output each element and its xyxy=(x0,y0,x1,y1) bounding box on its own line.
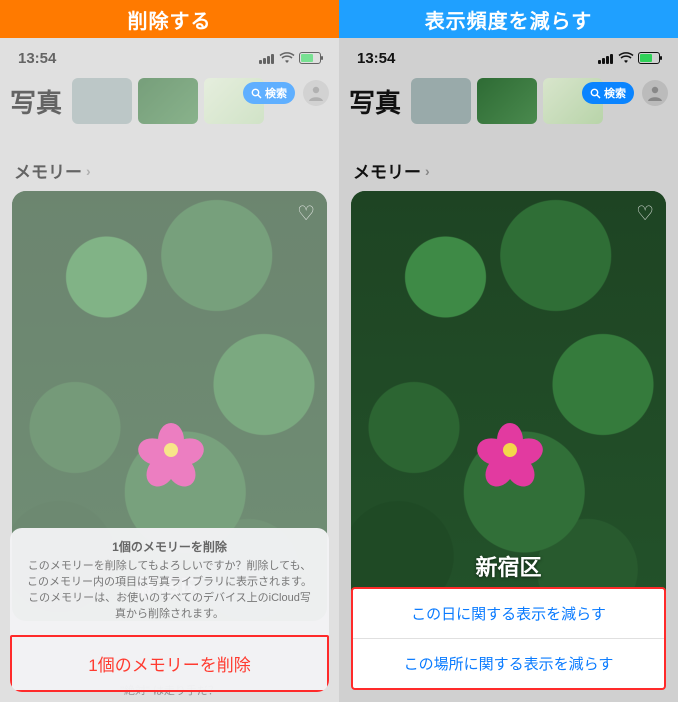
status-time: 13:54 xyxy=(18,50,56,67)
search-icon xyxy=(590,88,601,99)
sheet-title: 1個のメモリーを削除 xyxy=(10,528,329,559)
action-sheet: 1個のメモリーを削除 このメモリーを削除してもよろしいですか？削除しても、このメ… xyxy=(10,528,329,692)
search-label: 検索 xyxy=(265,85,287,101)
thumb-favorites[interactable]: お気に入り xyxy=(72,78,132,124)
memory-card[interactable]: ♡ 新宿区 2024年10月15日 xyxy=(351,191,666,621)
battery-indicator xyxy=(299,52,321,64)
column-delete: 削除する 13:54 写真 お気に入り 最近保存した項目 地図 xyxy=(0,0,339,702)
profile-avatar[interactable] xyxy=(642,80,668,106)
status-time: 13:54 xyxy=(357,50,395,67)
action-sheet-panel: 1個のメモリーを削除 このメモリーを削除してもよろしいですか？削除しても、このメ… xyxy=(10,528,329,692)
favorite-icon[interactable]: ♡ xyxy=(636,201,654,226)
app-title: 写真 xyxy=(10,83,62,120)
thumb-recent[interactable]: 最近保存した項目 xyxy=(477,78,537,124)
favorite-icon[interactable]: ♡ xyxy=(297,201,315,226)
section-label: メモリー xyxy=(353,158,421,183)
status-bar: 13:54 xyxy=(339,38,678,78)
cellular-icon xyxy=(598,53,614,64)
memory-place: 新宿区 xyxy=(351,550,666,582)
sheet-message: このメモリーを削除してもよろしいですか？削除しても、このメモリー内の項目は写真ラ… xyxy=(10,559,329,635)
delete-memory-button[interactable]: 1個のメモリーを削除 xyxy=(10,635,329,692)
column-reduce: 表示頻度を減らす 13:54 写真 お気に入り 最近保存した項目 地図 xyxy=(339,0,678,702)
banner-delete: 削除する xyxy=(0,0,339,38)
feature-less-place-button[interactable]: この場所に関する表示を減らす xyxy=(353,638,664,688)
thumb-recent[interactable]: 最近保存した項目 xyxy=(138,78,198,124)
section-memories[interactable]: メモリー › xyxy=(339,130,678,191)
app-title: 写真 xyxy=(349,83,401,120)
search-icon xyxy=(251,88,262,99)
status-right xyxy=(598,52,660,64)
header-row: 写真 お気に入り 最近保存した項目 地図 検索 xyxy=(0,78,339,130)
cellular-icon xyxy=(259,53,275,64)
search-button[interactable]: 検索 xyxy=(582,82,634,104)
status-right xyxy=(259,52,321,64)
profile-avatar[interactable] xyxy=(303,80,329,106)
wifi-icon xyxy=(279,52,295,64)
phone-screen-right: 13:54 写真 お気に入り 最近保存した項目 地図 xyxy=(339,38,678,702)
chevron-right-icon: › xyxy=(86,163,91,179)
chevron-right-icon: › xyxy=(425,163,430,179)
feature-less-options: この日に関する表示を減らす この場所に関する表示を減らす xyxy=(351,587,666,690)
feature-less-day-button[interactable]: この日に関する表示を減らす xyxy=(353,589,664,638)
header-row: 写真 お気に入り 最近保存した項目 地図 検索 xyxy=(339,78,678,130)
search-label: 検索 xyxy=(604,85,626,101)
banner-reduce: 表示頻度を減らす xyxy=(339,0,678,38)
battery-indicator xyxy=(638,52,660,64)
phone-screen-left: 13:54 写真 お気に入り 最近保存した項目 地図 xyxy=(0,38,339,702)
section-memories[interactable]: メモリー › xyxy=(0,130,339,191)
status-bar: 13:54 xyxy=(0,38,339,78)
thumb-favorites[interactable]: お気に入り xyxy=(411,78,471,124)
wifi-icon xyxy=(618,52,634,64)
section-label: メモリー xyxy=(14,158,82,183)
search-button[interactable]: 検索 xyxy=(243,82,295,104)
